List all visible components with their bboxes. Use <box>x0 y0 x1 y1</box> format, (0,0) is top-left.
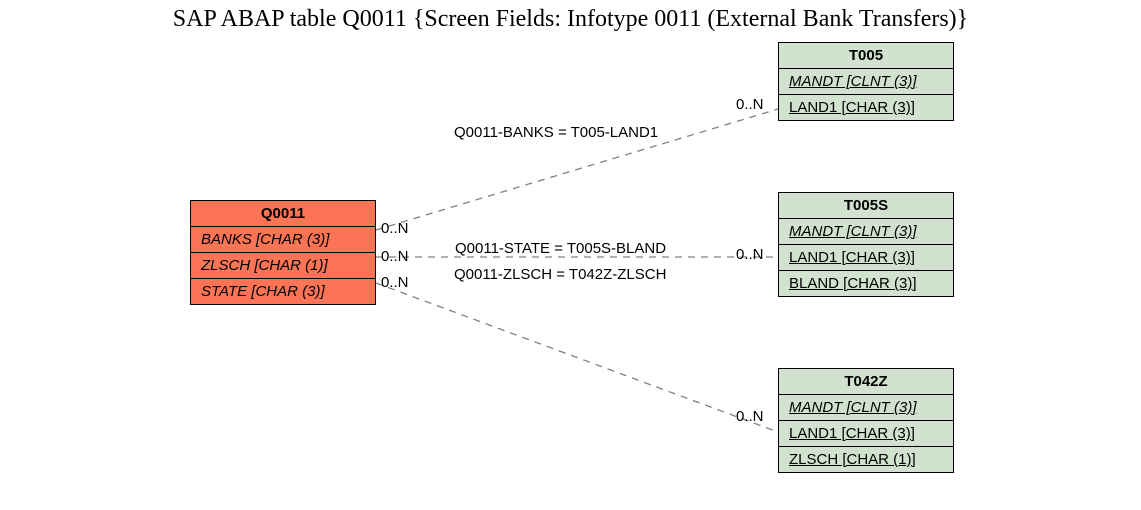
entity-t005s-field-land1: LAND1 [CHAR (3)] <box>779 245 953 271</box>
rel-label-state-bland: Q0011-STATE = T005S-BLAND <box>455 240 666 257</box>
entity-t042z: T042Z MANDT [CLNT (3)] LAND1 [CHAR (3)] … <box>778 368 954 473</box>
rel-label-zlsch-zlsch: Q0011-ZLSCH = T042Z-ZLSCH <box>454 266 666 283</box>
card-3-right: 0..N <box>736 408 764 425</box>
card-2-left: 0..N <box>381 248 409 265</box>
entity-q0011-field-state: STATE [CHAR (3)] <box>191 279 375 304</box>
entity-t005-field-mandt: MANDT [CLNT (3)] <box>779 69 953 95</box>
entity-t005s-header: T005S <box>779 193 953 219</box>
entity-t042z-field-land1: LAND1 [CHAR (3)] <box>779 421 953 447</box>
entity-t042z-field-zlsch: ZLSCH [CHAR (1)] <box>779 447 953 472</box>
card-1-left: 0..N <box>381 220 409 237</box>
entity-q0011-field-banks: BANKS [CHAR (3)] <box>191 227 375 253</box>
entity-t005s-field-mandt: MANDT [CLNT (3)] <box>779 219 953 245</box>
diagram-title: SAP ABAP table Q0011 {Screen Fields: Inf… <box>0 6 1141 33</box>
card-1-right: 0..N <box>736 96 764 113</box>
card-2-right: 0..N <box>736 246 764 263</box>
entity-q0011: Q0011 BANKS [CHAR (3)] ZLSCH [CHAR (1)] … <box>190 200 376 305</box>
entity-t005: T005 MANDT [CLNT (3)] LAND1 [CHAR (3)] <box>778 42 954 121</box>
card-3-left: 0..N <box>381 274 409 291</box>
entity-q0011-header: Q0011 <box>191 201 375 227</box>
entity-t005s-field-bland: BLAND [CHAR (3)] <box>779 271 953 296</box>
rel-label-banks-land1: Q0011-BANKS = T005-LAND1 <box>454 124 658 141</box>
entity-t005-header: T005 <box>779 43 953 69</box>
entity-t042z-header: T042Z <box>779 369 953 395</box>
entity-t005s: T005S MANDT [CLNT (3)] LAND1 [CHAR (3)] … <box>778 192 954 297</box>
entity-t042z-field-mandt: MANDT [CLNT (3)] <box>779 395 953 421</box>
entity-q0011-field-zlsch: ZLSCH [CHAR (1)] <box>191 253 375 279</box>
entity-t005-field-land1: LAND1 [CHAR (3)] <box>779 95 953 120</box>
